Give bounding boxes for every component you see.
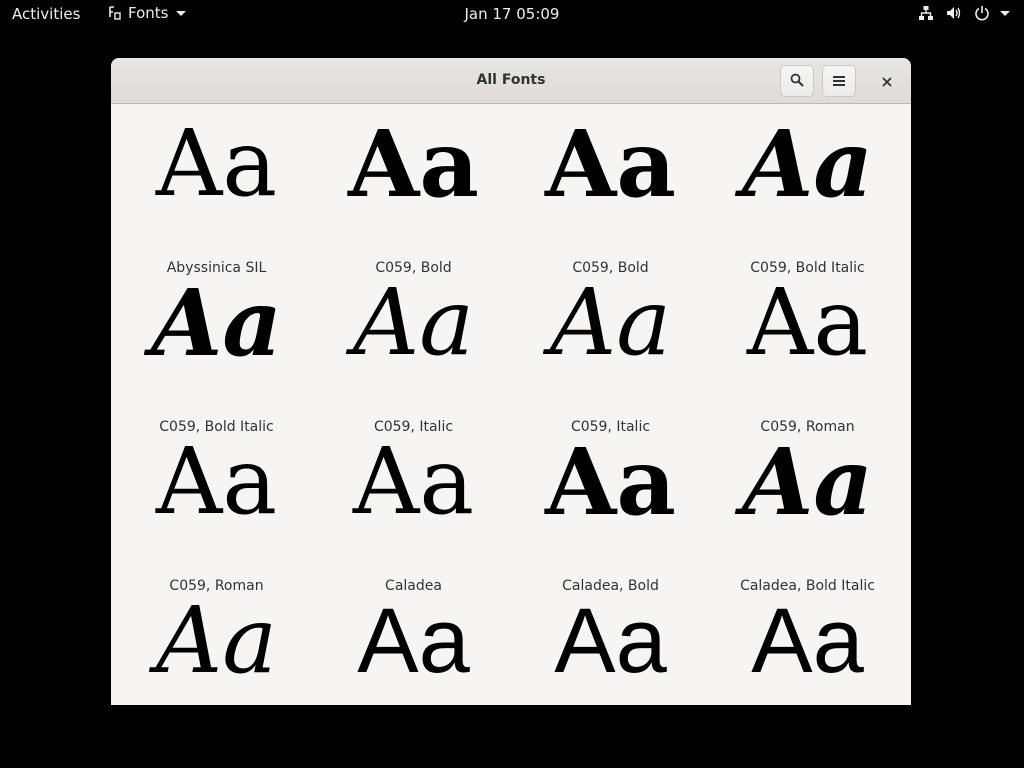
chevron-down-icon xyxy=(176,10,187,16)
font-sample-preview: Aa xyxy=(151,269,282,377)
font-sample-preview: Aa xyxy=(155,110,278,217)
header-bar: All Fonts xyxy=(111,58,911,104)
power-icon xyxy=(974,5,990,21)
chevron-down-icon xyxy=(1000,10,1010,16)
font-sample-preview: Aa xyxy=(545,428,676,536)
font-tile[interactable]: Aa xyxy=(118,595,315,705)
menu-icon xyxy=(833,72,845,91)
font-sample-preview: Aa xyxy=(357,590,470,692)
fonts-app-icon xyxy=(108,5,122,21)
top-bar: Activities Fonts Jan 17 05:09 xyxy=(0,0,1024,28)
font-tile[interactable]: Aa Caladea xyxy=(315,436,512,611)
system-status-menu[interactable] xyxy=(918,5,1010,21)
clock[interactable]: Jan 17 05:09 xyxy=(465,5,560,23)
font-sample-preview: Aa xyxy=(554,590,667,692)
font-tile[interactable]: Aa xyxy=(709,595,906,705)
font-tile[interactable]: Aa xyxy=(315,595,512,705)
font-tile[interactable]: Aa Caladea, Bold xyxy=(512,436,709,611)
font-sample-preview: Aa xyxy=(746,269,869,376)
menu-button[interactable] xyxy=(822,65,856,97)
font-tile[interactable]: Aa xyxy=(512,595,709,705)
volume-icon xyxy=(946,5,962,21)
search-icon xyxy=(790,72,804,91)
font-sample-preview: Aa xyxy=(155,587,278,694)
font-sample-preview: Aa xyxy=(742,428,873,536)
font-sample-preview: Aa xyxy=(742,110,873,218)
font-tile[interactable]: Aa Caladea, Bold Italic xyxy=(709,436,906,611)
font-sample-preview: Aa xyxy=(549,269,672,376)
font-sample-preview: Aa xyxy=(751,590,864,692)
app-menu-button[interactable]: Fonts xyxy=(108,4,187,22)
close-icon xyxy=(882,72,892,91)
font-sample-preview: Aa xyxy=(348,110,479,218)
fonts-window: All Fonts Aa Abyssinica SIL Aa C059, Bol… xyxy=(111,58,911,705)
font-sample-preview: Aa xyxy=(155,428,278,535)
app-menu-label: Fonts xyxy=(128,4,169,22)
font-sample-preview: Aa xyxy=(545,110,676,218)
search-button[interactable] xyxy=(780,65,814,97)
font-grid: Aa Abyssinica SIL Aa C059, Bold Aa C059, Bold… xyxy=(118,118,906,705)
activities-button[interactable]: Activities xyxy=(12,5,80,23)
font-grid-view[interactable]: Aa Abyssinica SIL Aa C059, Bold Aa C059, Bold… xyxy=(111,104,911,705)
close-button[interactable] xyxy=(873,67,901,95)
font-sample-preview: Aa xyxy=(352,428,475,535)
network-icon xyxy=(918,5,934,21)
font-sample-preview: Aa xyxy=(352,269,475,376)
